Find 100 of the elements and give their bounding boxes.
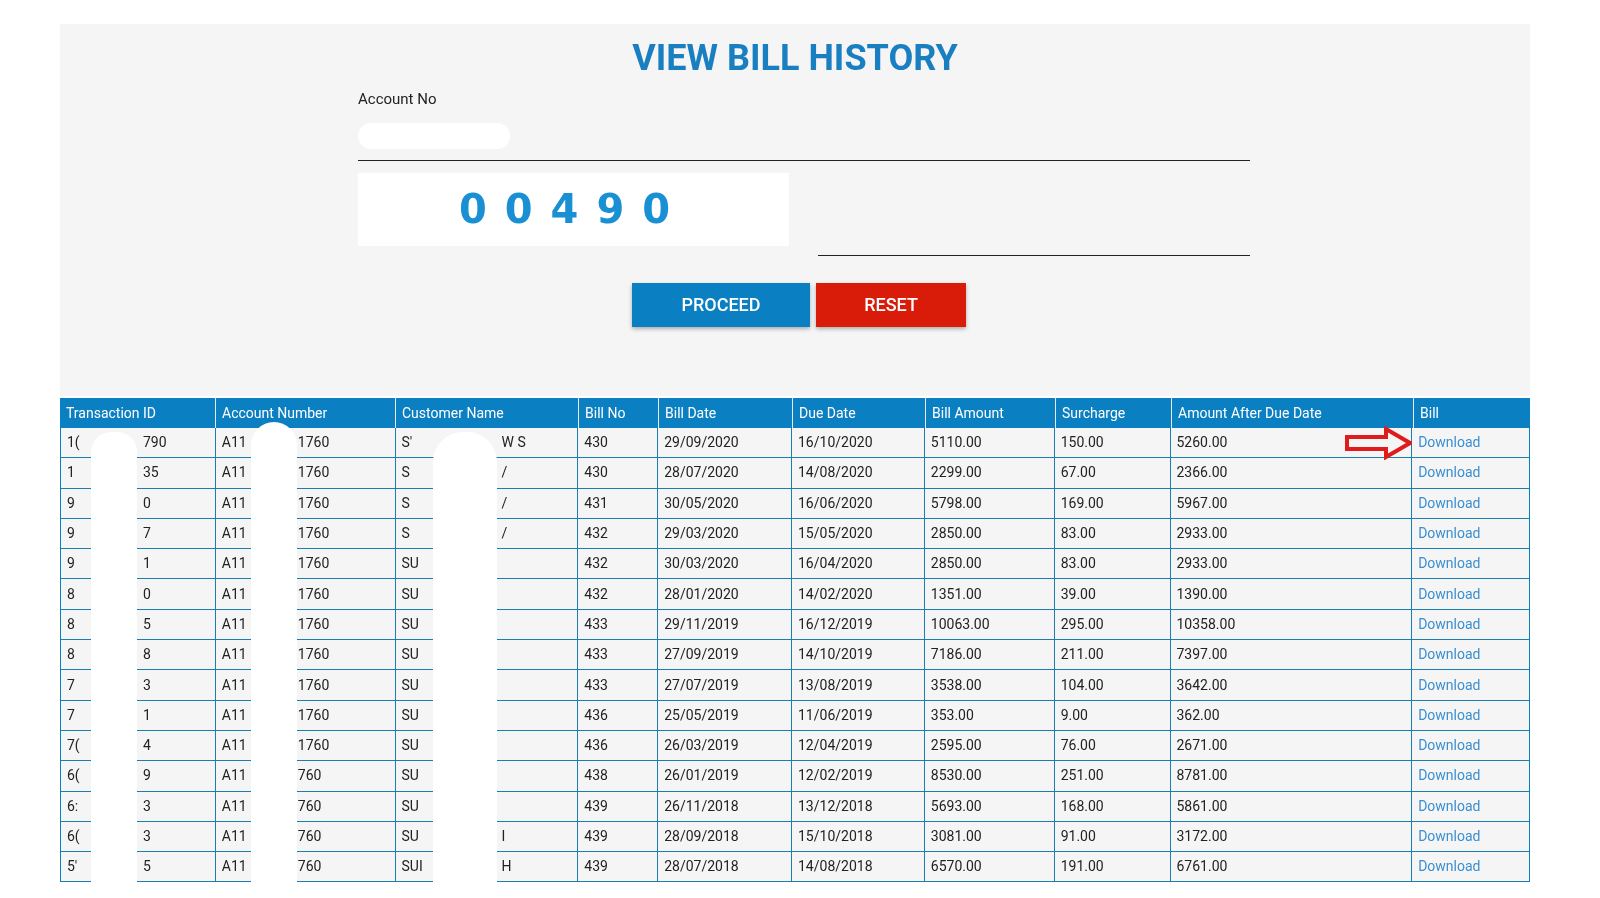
table-cell-text: 1351.00 <box>930 584 982 604</box>
table-cell-text: 35 <box>143 463 159 483</box>
table-cell-text: 1760 <box>297 463 330 483</box>
table-cell-text: 14/02/2020 <box>798 584 873 604</box>
table-cell-text: 2850.00 <box>930 524 982 544</box>
table-cell-text: S <box>401 525 410 542</box>
table-cell-text: 2299.00 <box>930 463 982 483</box>
table-cell-text: 2850.00 <box>930 554 982 574</box>
download-link[interactable]: Download <box>1418 462 1481 484</box>
table-cell-text: 2671.00 <box>1176 736 1228 756</box>
table-cell-text: 7( <box>67 737 80 754</box>
table-cell-text: A11 <box>221 434 247 451</box>
download-link[interactable]: Download <box>1418 765 1481 787</box>
table-cell-text: A11 <box>221 555 247 572</box>
table-cell-text: 1760 <box>297 705 330 725</box>
table-cell-text: 12/04/2019 <box>798 736 873 756</box>
table-cell-text: 3538.00 <box>930 675 982 695</box>
table-cell-text: 5798.00 <box>930 493 982 513</box>
table-cell-text: 5967.00 <box>1176 493 1228 513</box>
table-cell-text: 1 <box>143 705 151 725</box>
table-cell-text: 1760 <box>297 736 330 756</box>
table-cell-text: 3 <box>143 675 151 695</box>
table-cell-text: 3172.00 <box>1176 827 1228 846</box>
field-label: Account No <box>358 89 437 110</box>
download-link[interactable]: Download <box>1418 583 1481 605</box>
download-link[interactable]: Download <box>1418 735 1481 757</box>
table-cell-text: 1760 <box>297 675 330 695</box>
table-cell-text: 6761.00 <box>1176 857 1228 877</box>
download-link[interactable]: Download <box>1418 553 1481 575</box>
table-cell-text: 26/11/2018 <box>664 796 739 816</box>
table-cell-text: 5' <box>67 858 78 875</box>
download-link[interactable]: Download <box>1418 613 1481 635</box>
table-cell-text: 438 <box>584 766 608 786</box>
table-cell-text: A11 <box>221 767 247 784</box>
table-cell-text: 14/10/2019 <box>798 645 873 665</box>
download-link[interactable]: Download <box>1418 644 1481 666</box>
table-cell-text: 27/09/2019 <box>664 645 739 665</box>
table-cell-text: 29/03/2020 <box>664 524 739 544</box>
table-cell-text: 6570.00 <box>930 857 982 877</box>
table-cell-text: 5861.00 <box>1176 796 1228 816</box>
table-cell-text: A11 <box>221 494 247 511</box>
download-link[interactable]: Download <box>1418 674 1481 696</box>
table-cell-text: 150.00 <box>1060 433 1104 453</box>
table-cell-text: 5110.00 <box>930 433 982 453</box>
table-cell-text: 8 <box>67 615 75 632</box>
table-cell-text: 5260.00 <box>1176 433 1228 453</box>
download-link[interactable]: Download <box>1418 492 1481 514</box>
table-cell-text: 1760 <box>297 614 330 634</box>
table-cell-text: 7 <box>143 524 151 544</box>
table-cell-text: SU <box>401 584 419 604</box>
download-link[interactable]: Download <box>1418 826 1481 847</box>
table-cell-text: 1 <box>67 464 75 481</box>
download-link[interactable]: Download <box>1418 432 1481 454</box>
proceed-button[interactable]: PROCEED <box>632 282 810 327</box>
table-cell-text: 5 <box>143 857 151 877</box>
download-link[interactable]: Download <box>1418 856 1481 878</box>
table-cell-text: 1( <box>67 434 80 451</box>
table-cell-text: 104.00 <box>1060 675 1104 695</box>
table-cell-text: 6: <box>67 797 79 814</box>
table-cell-text: 4 <box>143 736 151 756</box>
table-cell-text: A11 <box>221 646 247 663</box>
download-link[interactable]: Download <box>1418 523 1481 545</box>
table-cell-text: 91.00 <box>1060 827 1096 846</box>
table-cell-text: 760 <box>297 766 322 786</box>
table-cell-text: 1760 <box>297 433 330 453</box>
table-cell-text: A11 <box>221 464 247 481</box>
table-cell-text: 0 <box>143 584 151 604</box>
table-cell-text: 760 <box>297 857 322 877</box>
table-cell-text: 1 <box>143 554 151 574</box>
table-cell-text: 30/05/2020 <box>664 493 739 513</box>
table-cell-text: 9 <box>143 766 151 786</box>
table-cell-text: SU <box>401 554 419 574</box>
table-cell-text: 13/12/2018 <box>798 796 873 816</box>
table-cell-text: 1760 <box>297 524 330 544</box>
table-cell-text: SU <box>401 614 419 634</box>
table-cell-text: 436 <box>584 736 608 756</box>
table-cell-text: SU <box>401 766 419 786</box>
table-cell-text: 15/10/2018 <box>798 827 873 846</box>
table-cell-text: 2933.00 <box>1176 554 1228 574</box>
table-cell-text: A11 <box>221 858 247 875</box>
table-cell-text: 29/09/2020 <box>664 433 739 453</box>
table-cell-text: 28/07/2020 <box>664 463 739 483</box>
table-cell-text: 790 <box>143 433 167 453</box>
table-cell-text: 83.00 <box>1060 524 1096 544</box>
table-cell-text: SU <box>401 796 419 816</box>
table-cell-text: 430 <box>584 463 608 483</box>
table-cell-text: W S <box>501 433 526 453</box>
table-cell-text: 8530.00 <box>930 766 982 786</box>
table-cell-text: 5693.00 <box>930 796 982 816</box>
reset-button[interactable]: RESET <box>816 282 966 327</box>
table-cell-text: 10063.00 <box>930 614 990 634</box>
table-cell-text: 7397.00 <box>1176 645 1228 665</box>
table-cell-text: SU <box>401 705 419 725</box>
table-cell-text: 16/06/2020 <box>798 493 873 513</box>
table-cell-text: 1760 <box>297 554 330 574</box>
table-cell-text: 28/01/2020 <box>664 584 739 604</box>
download-link[interactable]: Download <box>1418 704 1481 726</box>
table-cell-text: H <box>501 857 512 877</box>
table-cell-text: 1760 <box>297 584 330 604</box>
download-link[interactable]: Download <box>1418 795 1481 817</box>
